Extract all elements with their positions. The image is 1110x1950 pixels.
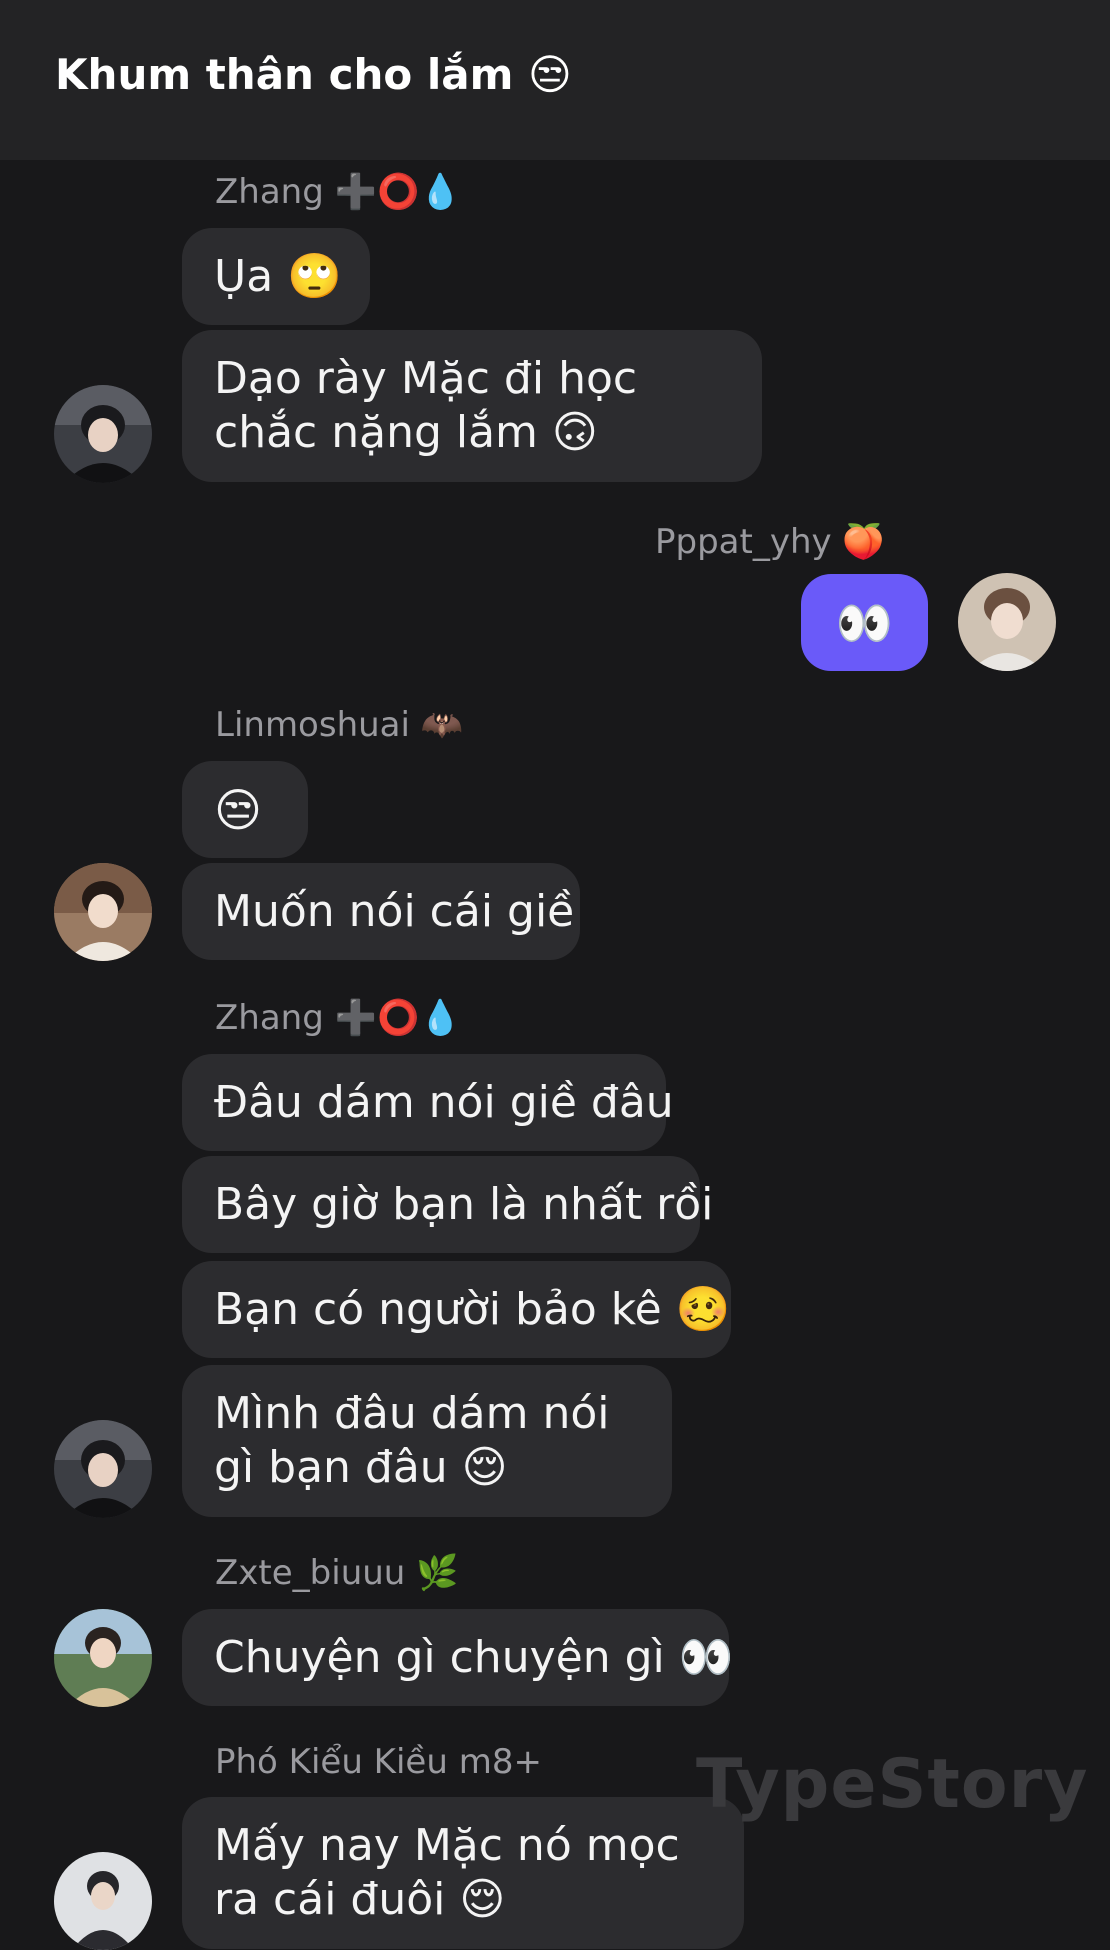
sender-name: Zxte_biuuu 🌿	[215, 1553, 459, 1593]
avatar[interactable]	[54, 385, 152, 483]
message-bubble[interactable]: Mình đâu dám nói gì bạn đâu 😌	[182, 1365, 672, 1517]
message-bubble[interactable]: Dạo rày Mặc đi học chắc nặng lắm 🙃	[182, 330, 762, 482]
avatar-pppat	[958, 573, 1056, 671]
watermark-typestory: TypeStory	[696, 1745, 1089, 1824]
message-bubble[interactable]: 😒	[182, 761, 308, 858]
message-bubble[interactable]: Mấy nay Mặc nó mọc ra cái đuôi 😌	[182, 1797, 744, 1949]
message-bubble[interactable]: Đâu dám nói giề đâu	[182, 1054, 674, 1151]
sender-name: Zhang ➕⭕💧	[215, 998, 462, 1038]
avatar[interactable]	[54, 1852, 152, 1950]
message-bubble[interactable]: Muốn nói cái giề	[182, 863, 580, 960]
avatar-zhang	[54, 385, 152, 483]
avatar[interactable]	[54, 1420, 152, 1518]
avatar-zhang	[54, 1420, 152, 1518]
sender-name: Pppat_yhy 🍑	[655, 522, 885, 562]
avatar[interactable]	[54, 863, 152, 961]
unamused-emoji: 😒	[214, 782, 262, 837]
message-bubble[interactable]: Bây giờ bạn là nhất rồi	[182, 1156, 713, 1253]
avatar-zxte	[54, 1609, 152, 1707]
avatar-linmoshuai	[54, 863, 152, 961]
chat-title[interactable]: Khum thân cho lắm 😒	[55, 50, 572, 99]
avatar[interactable]	[958, 573, 1056, 671]
eyes-emoji: 👀	[835, 595, 894, 650]
chat-header: Khum thân cho lắm 😒	[0, 0, 1110, 160]
sender-name: Linmoshuai 🦇	[215, 705, 464, 745]
sender-name: Zhang ➕⭕💧	[215, 172, 462, 212]
message-bubble[interactable]: Ụa 🙄	[182, 228, 370, 325]
message-bubble[interactable]: Chuyện gì chuyện gì 👀	[182, 1609, 734, 1706]
sender-name: Phó Kiểu Kiều m8+	[215, 1742, 542, 1782]
avatar-pho	[54, 1852, 152, 1950]
avatar[interactable]	[54, 1609, 152, 1707]
message-bubble[interactable]: Bạn có người bảo kê 🥴	[182, 1261, 731, 1358]
my-message-bubble[interactable]: 👀	[801, 574, 928, 671]
